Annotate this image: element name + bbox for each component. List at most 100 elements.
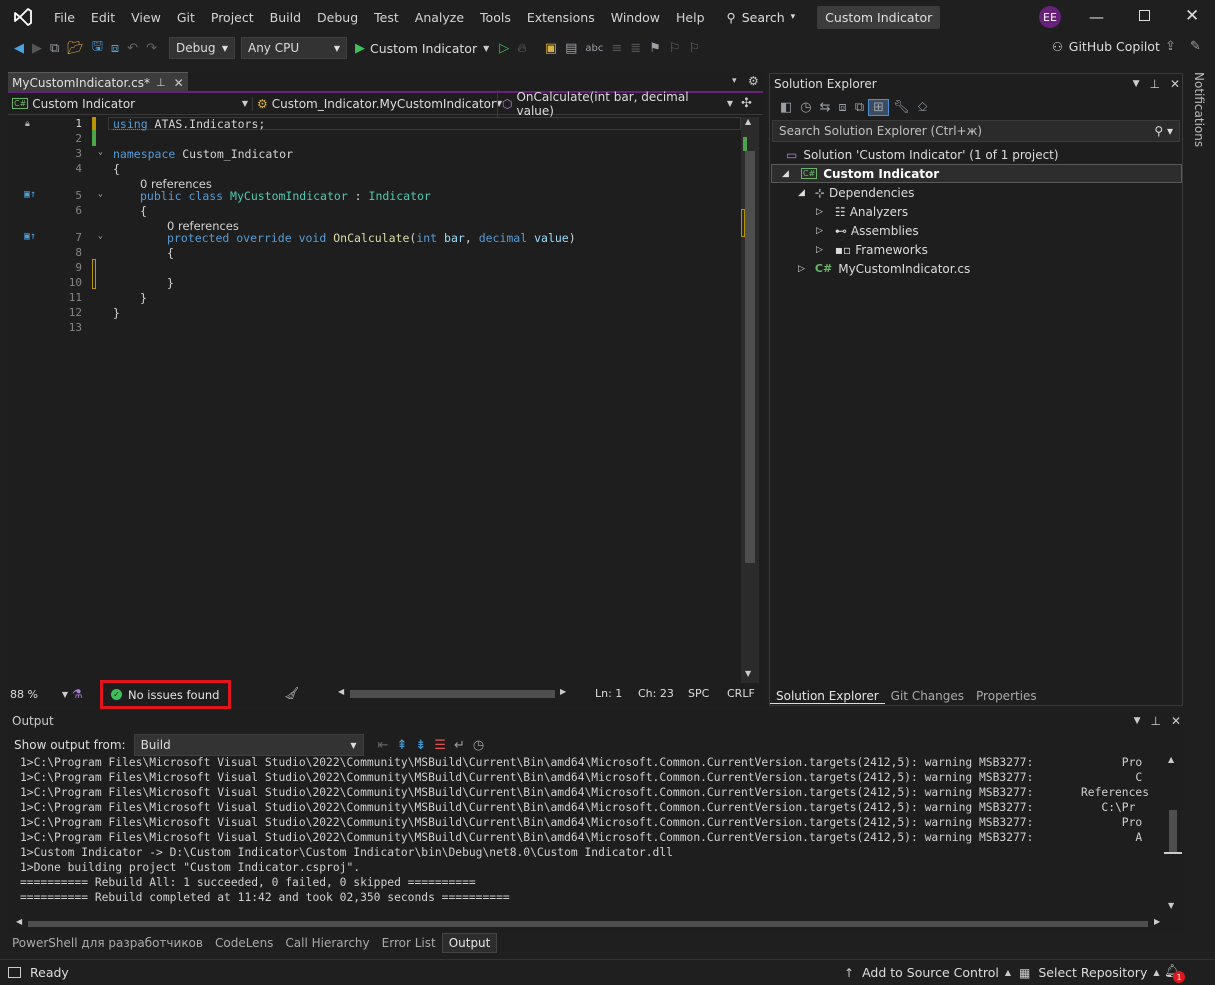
tab-overflow-icon[interactable]: ▾ xyxy=(732,76,737,86)
new-project-icon[interactable]: ⧉ xyxy=(46,41,63,56)
scrollbar-thumb[interactable] xyxy=(745,151,755,563)
expand-arrow-icon[interactable]: ▷ xyxy=(816,207,823,217)
tree-item-analyzers[interactable]: ▷ ☷ Analyzers xyxy=(816,202,908,221)
tab-properties[interactable]: Properties xyxy=(970,689,1043,703)
solution-search-box[interactable]: Search Solution Explorer (Ctrl+ж) ⚲ ▾ xyxy=(772,120,1180,142)
close-icon[interactable]: ✕ xyxy=(1171,714,1181,728)
history-icon[interactable]: ◷ xyxy=(796,100,815,115)
tree-item-dependencies[interactable]: ◢ ⊹ Dependencies xyxy=(798,183,914,202)
select-repository-button[interactable]: ▦ Select Repository ▲ xyxy=(1019,965,1160,980)
collapse-arrow-icon[interactable]: ◢ xyxy=(798,188,805,198)
scrollbar-thumb[interactable] xyxy=(350,690,555,698)
menu-test[interactable]: Test xyxy=(366,10,407,25)
tree-item-project[interactable]: ◢ C# Custom Indicator xyxy=(771,164,1182,183)
tab-call-hierarchy[interactable]: Call Hierarchy xyxy=(279,936,375,950)
search-button[interactable]: ⚲ Search ▾ xyxy=(727,10,796,25)
view-toggle-icon[interactable]: ⊞ xyxy=(868,98,890,116)
timestamp-icon[interactable]: ◷ xyxy=(469,738,488,753)
show-all-files-icon[interactable]: ⧉ xyxy=(851,100,868,115)
copilot-button[interactable]: ⚇ GitHub Copilot xyxy=(1052,39,1160,54)
word-wrap-icon[interactable]: ↵ xyxy=(450,738,469,753)
configuration-select[interactable]: Debug ▼ xyxy=(168,37,235,59)
line-ending-indicator[interactable]: CRLF xyxy=(727,687,755,700)
expand-arrow-icon[interactable]: ▷ xyxy=(816,226,823,236)
feedback-icon[interactable]: ✎ xyxy=(1186,39,1205,54)
notifications-bell-button[interactable]: 🔔︎ 1 xyxy=(1164,964,1185,983)
bookmark-icon[interactable]: ⚑ xyxy=(645,41,665,56)
next-message-icon[interactable]: ⇟ xyxy=(411,738,430,753)
class-nav-dropdown[interactable]: ⚙ Custom_Indicator.MyCustomIndicator ▼ xyxy=(252,96,502,111)
menu-view[interactable]: View xyxy=(123,10,169,25)
scrollbar-thumb[interactable] xyxy=(28,921,1148,927)
menu-help[interactable]: Help xyxy=(668,10,713,25)
uncomment-icon[interactable]: ≣ xyxy=(626,41,645,56)
chevron-down-icon[interactable]: ▼ xyxy=(1133,79,1140,89)
navigate-forward-icon[interactable]: ▶ xyxy=(28,41,46,56)
properties-icon[interactable]: 🔧︎ xyxy=(889,100,914,115)
output-source-select[interactable]: Build ▼ xyxy=(133,734,364,756)
whitespace-indicator[interactable]: SPC xyxy=(688,687,709,700)
close-window-button[interactable]: ✕ xyxy=(1185,6,1199,26)
preview-icon[interactable]: ⎐ xyxy=(914,100,932,115)
issues-indicator[interactable]: ✓ No issues found xyxy=(100,680,231,709)
menu-build[interactable]: Build xyxy=(262,10,309,25)
fold-method-icon[interactable]: ⌄ xyxy=(98,231,103,240)
menu-project[interactable]: Project xyxy=(203,10,262,25)
add-to-source-control-button[interactable]: ↑ Add to Source Control ▲ xyxy=(844,965,1011,980)
fold-namespace-icon[interactable]: ⌄ xyxy=(98,147,103,156)
notifications-tab[interactable]: Notifications xyxy=(1188,72,1210,147)
menu-extensions[interactable]: Extensions xyxy=(519,10,603,25)
tab-solution-explorer[interactable]: Solution Explorer xyxy=(770,689,885,704)
tree-item-frameworks[interactable]: ▷ ▪▫ Frameworks xyxy=(816,240,928,259)
tree-item-file[interactable]: ▷ C# MyCustomIndicator.cs xyxy=(798,259,970,278)
redo-icon[interactable]: ↷ xyxy=(142,41,161,56)
back-icon[interactable]: ◧ xyxy=(776,100,796,115)
find-message-icon[interactable]: ⇤ xyxy=(374,738,393,753)
layout-icon[interactable]: ▤ xyxy=(561,41,581,56)
chevron-down-icon[interactable]: ▼ xyxy=(1134,716,1141,726)
user-avatar[interactable]: EE xyxy=(1039,6,1061,28)
member-nav-dropdown[interactable]: ⬡ OnCalculate(int bar, decimal value) ▼ xyxy=(497,89,737,118)
vs-logo-icon[interactable] xyxy=(0,0,46,34)
spell-check-icon[interactable]: abc xyxy=(581,43,607,54)
tab-powershell[interactable]: PowerShell для разработчиков xyxy=(8,936,209,950)
editor-tab-mycustomindicator[interactable]: MyCustomIndicator.cs* ⊥ ✕ xyxy=(8,72,188,92)
zoom-select[interactable]: 88 % ▼ xyxy=(8,688,68,701)
save-icon[interactable]: 🖫︎ xyxy=(88,37,107,59)
tree-item-solution[interactable]: ▭ Solution 'Custom Indicator' (1 of 1 pro… xyxy=(786,145,1059,164)
implemented-override-icon[interactable]: ▣↑ xyxy=(24,189,36,200)
navigate-back-icon[interactable]: ◀ xyxy=(10,41,28,56)
code-cleanup-icon[interactable]: 🧹︎ xyxy=(284,686,299,700)
start-debugging-button[interactable]: ▶ Custom Indicator ▼ xyxy=(355,41,489,56)
overrides-icon[interactable]: ▣↑ xyxy=(24,231,36,242)
tab-codelens[interactable]: CodeLens xyxy=(209,936,279,950)
line-indicator[interactable]: Ln: 1 xyxy=(595,687,622,700)
editor-settings-icon[interactable]: ⚙ xyxy=(748,74,759,88)
menu-git[interactable]: Git xyxy=(169,10,203,25)
comment-icon[interactable]: ≡ xyxy=(607,41,626,56)
tab-error-list[interactable]: Error List xyxy=(376,936,442,950)
sync-icon[interactable]: ⇆ xyxy=(816,100,835,115)
output-horizontal-scrollbar[interactable]: ◀ ▶ xyxy=(16,917,1164,929)
start-without-debugging-icon[interactable]: ▷ xyxy=(495,41,513,56)
editor-vertical-scrollbar[interactable]: ▲ ▼ xyxy=(741,117,759,683)
collapse-all-icon[interactable]: ⧈ xyxy=(835,100,851,115)
close-tab-icon[interactable]: ✕ xyxy=(174,76,184,90)
project-nav-dropdown[interactable]: C# Custom Indicator ▼ xyxy=(8,97,252,111)
minimize-button[interactable]: — xyxy=(1089,8,1104,26)
tab-git-changes[interactable]: Git Changes xyxy=(885,689,970,703)
tab-output[interactable]: Output xyxy=(441,933,498,953)
collapse-arrow-icon[interactable]: ◢ xyxy=(782,169,789,179)
pin-tab-icon[interactable]: ⊥ xyxy=(156,76,166,89)
intellicode-icon[interactable]: ⚗ xyxy=(72,687,83,701)
prev-message-icon[interactable]: ⇞ xyxy=(392,738,411,753)
menu-file[interactable]: File xyxy=(46,10,83,25)
share-icon[interactable]: ⇪ xyxy=(1161,39,1180,54)
save-all-icon[interactable]: ⧈ xyxy=(107,41,123,56)
undo-icon[interactable]: ↶ xyxy=(123,41,142,56)
output-text[interactable]: 1>C:\Program Files\Microsoft Visual Stud… xyxy=(20,755,1164,910)
pin-icon[interactable]: ⊥ xyxy=(1150,714,1160,728)
menu-analyze[interactable]: Analyze xyxy=(407,10,472,25)
split-editor-icon[interactable]: ✣ xyxy=(741,96,752,111)
code-area[interactable]: 🔒︎ ▣↑ ▣↑ ⌄ ⌄ ⌄ 1 2 3 4 5 6 7 8 9 10 11 1… xyxy=(8,117,741,683)
